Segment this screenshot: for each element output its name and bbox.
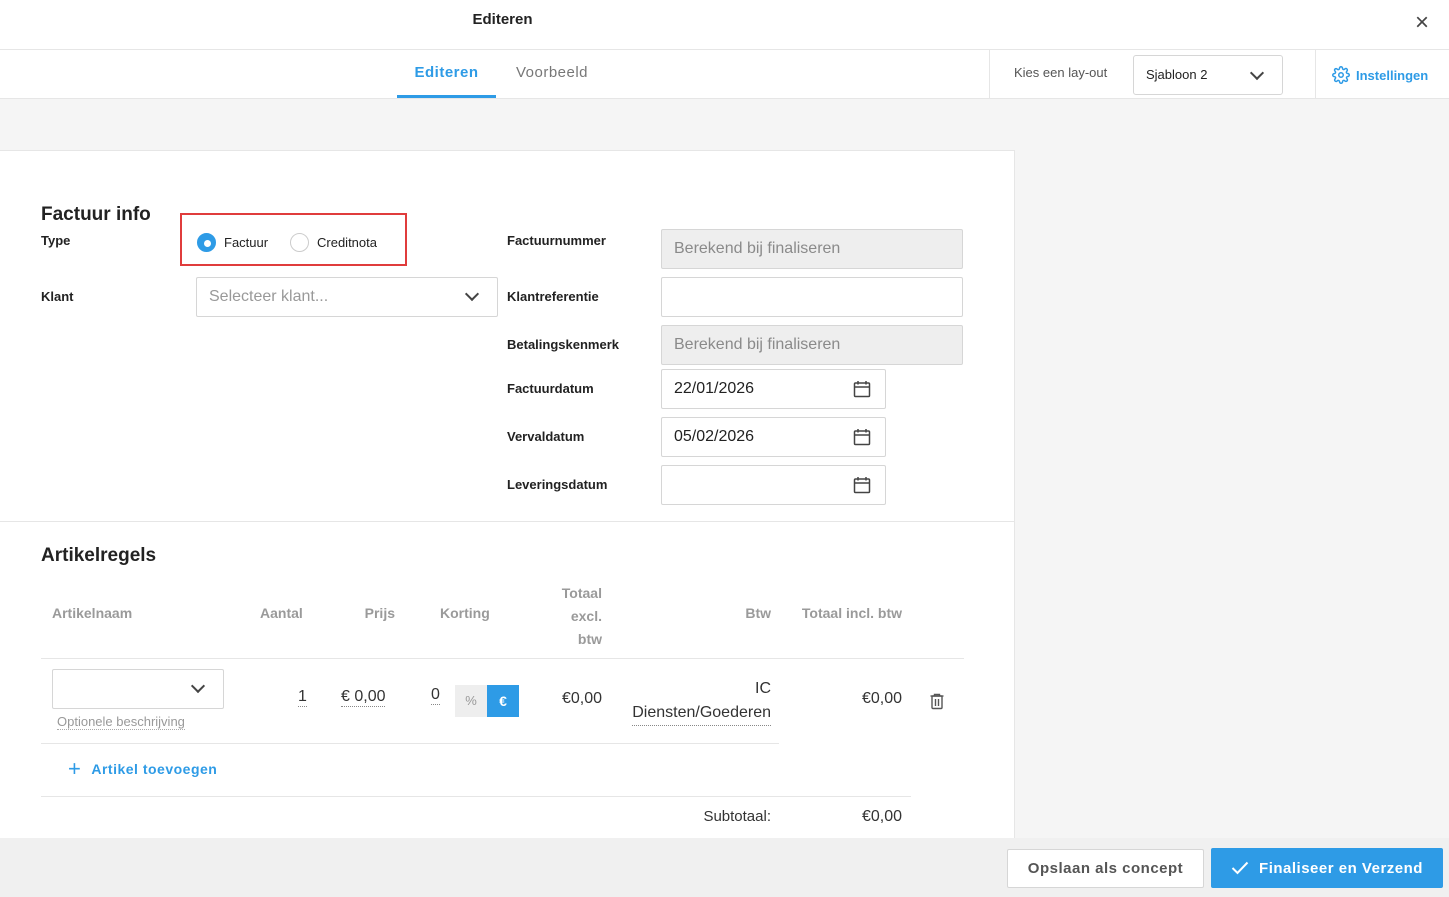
finalize-send-button[interactable]: Finaliseer en Verzend [1211,848,1443,888]
column-header-price: Prijs [364,605,395,621]
radio-factuur[interactable]: Factuur [197,233,268,252]
discount-input[interactable]: 0 [431,686,440,705]
quantity-input[interactable]: 1 [298,688,307,707]
invoice-number-field: Berekend bij finaliseren [661,229,963,269]
divider [1315,50,1316,98]
trash-icon[interactable] [929,692,945,710]
radio-unselected-icon [290,233,309,252]
divider [989,50,990,98]
add-article-label: Artikel toevoegen [91,761,218,777]
close-icon[interactable]: × [1407,8,1437,38]
section-title-invoice-info: Factuur info [41,204,151,225]
plus-icon: + [68,756,82,781]
delivery-date-label: Leveringsdatum [507,477,608,492]
save-draft-button[interactable]: Opslaan als concept [1007,849,1204,888]
chevron-down-icon [1249,65,1265,81]
subtotal-label: Subtotaal: [703,808,771,825]
due-date-field[interactable]: 05/02/2026 [661,417,886,457]
description-input[interactable]: Optionele beschrijving [57,714,185,730]
radio-factuur-label: Factuur [224,235,269,250]
tab-editeren[interactable]: Editeren [397,50,496,98]
due-date-label: Vervaldatum [507,429,585,444]
add-article-button[interactable]: + Artikel toevoegen [68,756,218,781]
vat-select[interactable]: IC Diensten/Goederen [612,677,771,726]
row-divider [41,658,964,659]
invoice-date-field[interactable]: 22/01/2026 [661,369,886,409]
footer-bar: Opslaan als concept Finaliseer en Verzen… [0,838,1449,897]
invoice-date-value: 22/01/2026 [674,380,755,397]
client-label: Klant [41,289,74,304]
row-divider [41,743,779,744]
column-header-quantity: Aantal [260,605,303,621]
subtotal-value: €0,00 [861,808,902,825]
invoice-card: Factuur info Type Factuur Creditnota Kla… [0,150,1015,840]
settings-label: Instellingen [1356,67,1429,83]
row-total-excl: €0,00 [561,690,602,707]
client-reference-label: Klantreferentie [507,289,599,304]
section-title-line-items: Artikelregels [41,545,157,566]
discount-percent-toggle[interactable]: % [455,685,487,717]
layout-label: Kies een lay-out [1014,65,1108,80]
calendar-icon[interactable] [853,476,871,494]
settings-button[interactable]: Instellingen [1332,66,1428,84]
tab-voorbeeld[interactable]: Voorbeeld [502,50,602,98]
client-reference-field[interactable] [661,277,963,317]
layout-select[interactable]: Sjabloon 2 [1133,55,1283,95]
page-title: Editeren [472,11,533,28]
row-divider [41,796,911,797]
column-header-name: Artikelnaam [52,605,133,621]
radio-selected-icon [197,233,216,252]
radio-creditnota[interactable]: Creditnota [290,233,377,252]
price-input[interactable]: € 0,00 [341,688,386,707]
layout-selected-value: Sjabloon 2 [1146,67,1208,82]
row-total-incl: €0,00 [861,690,902,707]
radio-creditnota-label: Creditnota [317,235,377,250]
delivery-date-field[interactable] [661,465,886,505]
client-placeholder: Selecteer klant... [209,288,329,305]
invoice-date-label: Factuurdatum [507,381,594,396]
check-icon [1231,861,1249,875]
payment-reference-field: Berekend bij finaliseren [661,325,963,365]
column-header-vat: Btw [745,605,771,621]
type-radio-group: Factuur Creditnota [180,213,407,266]
client-select[interactable]: Selecteer klant... [196,277,498,317]
discount-euro-toggle[interactable]: € [487,685,519,717]
gear-icon [1332,66,1350,84]
column-header-total-excl: Totaal excl. btw [561,585,602,647]
type-label: Type [41,233,71,248]
top-bar: Editeren × [0,0,1449,50]
finalize-send-label: Finaliseer en Verzend [1259,859,1423,877]
chevron-down-icon [190,678,206,694]
column-header-discount: Korting [440,605,490,621]
due-date-value: 05/02/2026 [674,428,755,445]
tab-bar: Editeren Voorbeeld Kies een lay-out Sjab… [0,50,1449,99]
calendar-icon[interactable] [853,380,871,398]
invoice-number-label: Factuurnummer [507,233,606,248]
payment-reference-label: Betalingskenmerk [507,337,619,352]
section-divider [0,521,1014,522]
chevron-down-icon [464,286,480,302]
calendar-icon[interactable] [853,428,871,446]
article-select[interactable] [52,669,224,709]
column-header-total-incl: Totaal incl. btw [801,605,902,621]
